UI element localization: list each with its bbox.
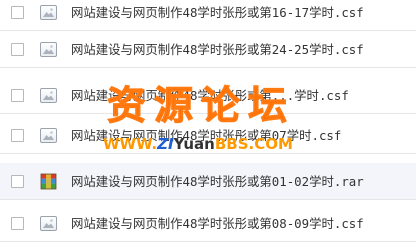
file-row[interactable]: 网站建设与网页制作48学时张彤或第24-25学时.csf: [0, 31, 416, 68]
row-checkbox[interactable]: [11, 42, 24, 56]
file-row[interactable]: 网站建设与网页制作48学时张彤或第16-17学时.csf: [0, 0, 416, 31]
file-list: 网站建设与网页制作48学时张彤或第16-17学时.csf 网站建设与网页制作48…: [0, 0, 416, 242]
image-file-icon: [40, 215, 57, 231]
file-name[interactable]: 网站建设与网页制作48学时张彤或第07学时.csf: [71, 126, 341, 144]
row-checkbox[interactable]: [11, 128, 24, 142]
file-name[interactable]: 网站建设与网页制作48学时张彤或第08-09学时.csf: [71, 214, 364, 232]
image-file-icon: [40, 4, 57, 20]
rar-archive-icon: [40, 173, 57, 190]
row-checkbox[interactable]: [11, 88, 24, 102]
row-checkbox[interactable]: [11, 216, 24, 230]
image-file-icon: [40, 41, 57, 57]
file-name[interactable]: 网站建设与网页制作48学时张彤或第...学时.csf: [71, 86, 349, 104]
image-file-icon: [40, 87, 57, 103]
file-name[interactable]: 网站建设与网页制作48学时张彤或第16-17学时.csf: [71, 3, 364, 21]
row-checkbox[interactable]: [11, 5, 24, 19]
file-row[interactable]: 网站建设与网页制作48学时张彤或第01-02学时.rar: [0, 163, 416, 200]
image-file-icon: [40, 127, 57, 143]
file-name[interactable]: 网站建设与网页制作48学时张彤或第01-02学时.rar: [71, 172, 364, 190]
file-row[interactable]: 网站建设与网页制作48学时张彤或第07学时.csf: [0, 117, 416, 154]
row-checkbox[interactable]: [11, 174, 24, 188]
file-name[interactable]: 网站建设与网页制作48学时张彤或第24-25学时.csf: [71, 40, 364, 58]
file-row[interactable]: 网站建设与网页制作48学时张彤或第...学时.csf: [0, 77, 416, 114]
file-row[interactable]: 网站建设与网页制作48学时张彤或第08-09学时.csf: [0, 205, 416, 242]
